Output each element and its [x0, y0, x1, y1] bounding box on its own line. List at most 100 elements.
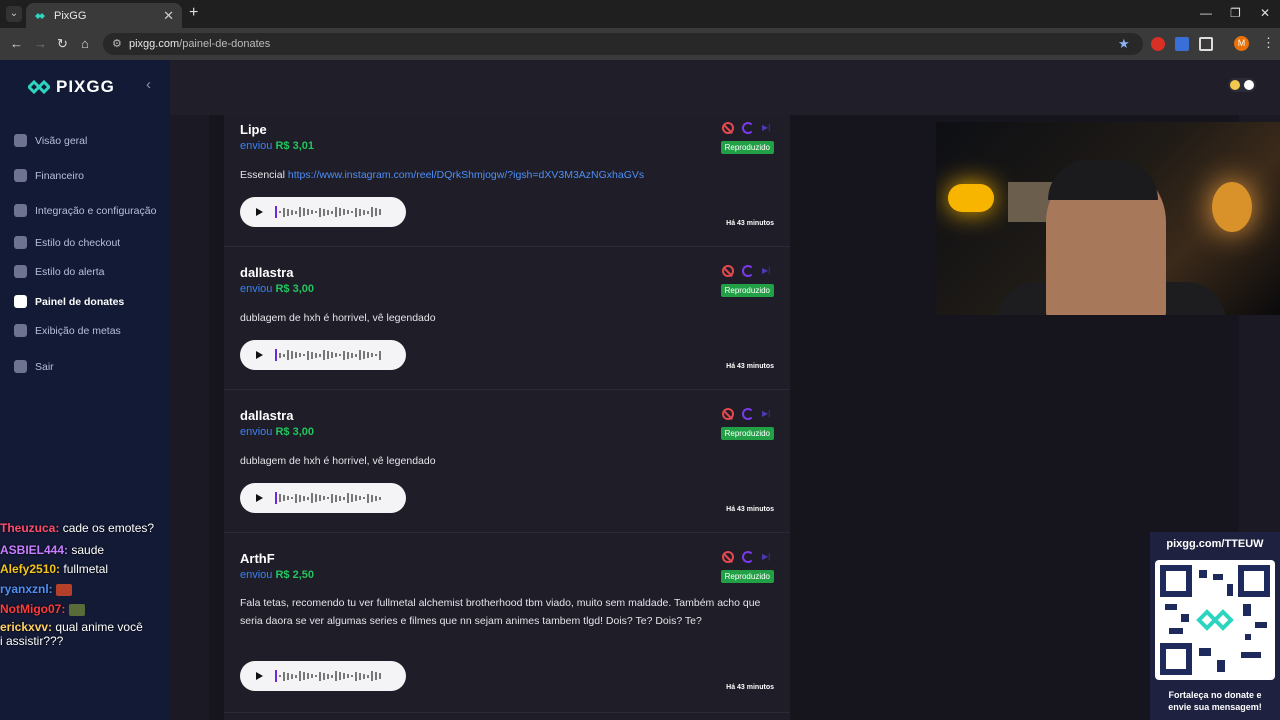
- sidebar-item-estilo-checkout[interactable]: Estilo do checkout: [14, 236, 120, 249]
- chat-message: erickxvv: qual anime você: [0, 620, 143, 634]
- audio-player[interactable]: [240, 340, 406, 370]
- play-icon[interactable]: [256, 494, 263, 502]
- audio-waveform[interactable]: [275, 349, 385, 361]
- play-icon[interactable]: [256, 351, 263, 359]
- playhead[interactable]: [275, 670, 277, 682]
- waveform-bar: [367, 352, 369, 358]
- waveform-bar: [319, 495, 321, 501]
- tab-search-icon[interactable]: ⌄: [6, 6, 22, 22]
- close-window-icon[interactable]: ✕: [1260, 6, 1270, 20]
- qr-code: [1155, 560, 1275, 680]
- qr-footer-line: envie sua mensagem!: [1168, 702, 1262, 712]
- url-domain: pixgg.com: [129, 38, 180, 50]
- waveform-bar: [307, 350, 309, 360]
- forward-icon[interactable]: →: [34, 36, 47, 51]
- waveform-bar: [347, 351, 349, 359]
- audio-waveform[interactable]: [275, 206, 385, 218]
- waveform-bar: [283, 495, 285, 501]
- play-icon[interactable]: [256, 672, 263, 680]
- waveform-bar: [331, 674, 333, 678]
- skip-icon[interactable]: ▶|: [762, 265, 774, 277]
- donation-amount: R$ 2,50: [275, 569, 315, 581]
- block-icon[interactable]: [722, 265, 734, 277]
- skip-icon[interactable]: ▶|: [762, 551, 774, 563]
- play-icon[interactable]: [256, 208, 263, 216]
- message-link[interactable]: https://www.instagram.com/reel/DQrkShmjo…: [288, 169, 644, 181]
- waveform-bar: [327, 351, 329, 359]
- playhead[interactable]: [275, 206, 277, 218]
- browser-tab[interactable]: PixGG ✕: [26, 3, 182, 28]
- reload-icon[interactable]: ↻: [57, 36, 68, 52]
- browser-menu-icon[interactable]: ⋮: [1262, 35, 1275, 51]
- chat-message: Alefy2510: fullmetal: [0, 562, 108, 576]
- sidebar-item-visao-geral[interactable]: Visão geral: [14, 134, 87, 147]
- skip-icon[interactable]: ▶|: [762, 122, 774, 134]
- audio-player[interactable]: [240, 197, 406, 227]
- message-text: Essencial: [240, 169, 285, 181]
- sidebar-item-integracao[interactable]: Integração e configuração: [14, 204, 156, 217]
- emote-icon: [68, 603, 85, 616]
- restore-icon[interactable]: ❐: [1230, 6, 1241, 20]
- waveform-bar: [327, 673, 329, 679]
- home-browser-icon[interactable]: ⌂: [81, 36, 89, 51]
- playhead[interactable]: [275, 349, 277, 361]
- bookmark-star-icon[interactable]: ★: [1118, 36, 1130, 52]
- minimize-icon[interactable]: —: [1200, 6, 1212, 20]
- streamer-cap: [1048, 160, 1158, 200]
- extensions-puzzle-icon[interactable]: [1199, 37, 1213, 51]
- waveform-bar: [315, 352, 317, 358]
- replay-icon[interactable]: [742, 408, 754, 420]
- url-bar[interactable]: ⚙ pixgg.com/painel-de-donates: [103, 33, 1143, 55]
- waveform-bar: [335, 494, 337, 502]
- waveform-bar: [331, 493, 333, 503]
- back-icon[interactable]: ←: [10, 36, 23, 51]
- waveform-bar: [351, 211, 353, 213]
- webcam-overlay: [936, 122, 1280, 315]
- donor-name: ArthF: [240, 551, 275, 566]
- sidebar-item-painel-donates[interactable]: Painel de donates: [14, 295, 124, 308]
- replay-icon[interactable]: [742, 265, 754, 277]
- sidebar-item-estilo-alerta[interactable]: Estilo do alerta: [14, 265, 104, 278]
- star-icon: [14, 324, 27, 337]
- waveform-bar: [371, 353, 373, 357]
- extension-red-icon[interactable]: [1151, 37, 1165, 51]
- donation-actions: ▶|: [722, 122, 774, 134]
- audio-waveform[interactable]: [275, 670, 385, 682]
- sidebar-item-label: Integração e configuração: [35, 204, 157, 217]
- audio-waveform[interactable]: [275, 492, 385, 504]
- extension-audio-icon[interactable]: [1175, 37, 1189, 51]
- waveform-bar: [375, 495, 377, 501]
- theme-toggle[interactable]: [1228, 78, 1256, 92]
- playhead[interactable]: [275, 492, 277, 504]
- waveform-bar: [339, 672, 341, 680]
- sidebar-item-financeiro[interactable]: Financeiro: [14, 169, 84, 182]
- new-tab-icon[interactable]: +: [189, 4, 198, 22]
- sidebar-item-sair[interactable]: Sair: [14, 360, 54, 373]
- chat-text: fullmetal: [63, 562, 109, 576]
- replay-icon[interactable]: [742, 551, 754, 563]
- sidebar-item-label: Sair: [35, 360, 54, 373]
- audio-player[interactable]: [240, 483, 406, 513]
- profile-avatar[interactable]: M: [1234, 36, 1249, 51]
- waveform-bar: [379, 350, 381, 360]
- site-info-icon[interactable]: ⚙: [112, 33, 122, 55]
- replay-icon[interactable]: [742, 122, 754, 134]
- audio-player[interactable]: [240, 661, 406, 691]
- sent-label: enviou: [240, 283, 273, 295]
- donation-card: ArthF enviou R$ 2,50 ▶| Reproduzido Fala…: [224, 533, 790, 713]
- qr-overlay: pixgg.com/TTEUW Fortaleça no donate e en…: [1150, 532, 1280, 720]
- skip-icon[interactable]: ▶|: [762, 408, 774, 420]
- block-icon[interactable]: [722, 122, 734, 134]
- collapse-sidebar-icon[interactable]: ‹: [146, 76, 151, 93]
- waveform-bar: [299, 353, 301, 357]
- pixgg-logo[interactable]: PIXGG: [28, 77, 115, 97]
- waveform-bar: [343, 209, 345, 215]
- sidebar-item-label: Painel de donates: [35, 295, 125, 308]
- close-tab-icon[interactable]: ✕: [163, 8, 174, 24]
- waveform-bar: [359, 350, 361, 360]
- block-icon[interactable]: [722, 408, 734, 420]
- block-icon[interactable]: [722, 551, 734, 563]
- sidebar-item-exibicao-metas[interactable]: Exibição de metas: [14, 324, 121, 337]
- waveform-bar: [319, 207, 321, 217]
- waveform-bar: [307, 209, 309, 215]
